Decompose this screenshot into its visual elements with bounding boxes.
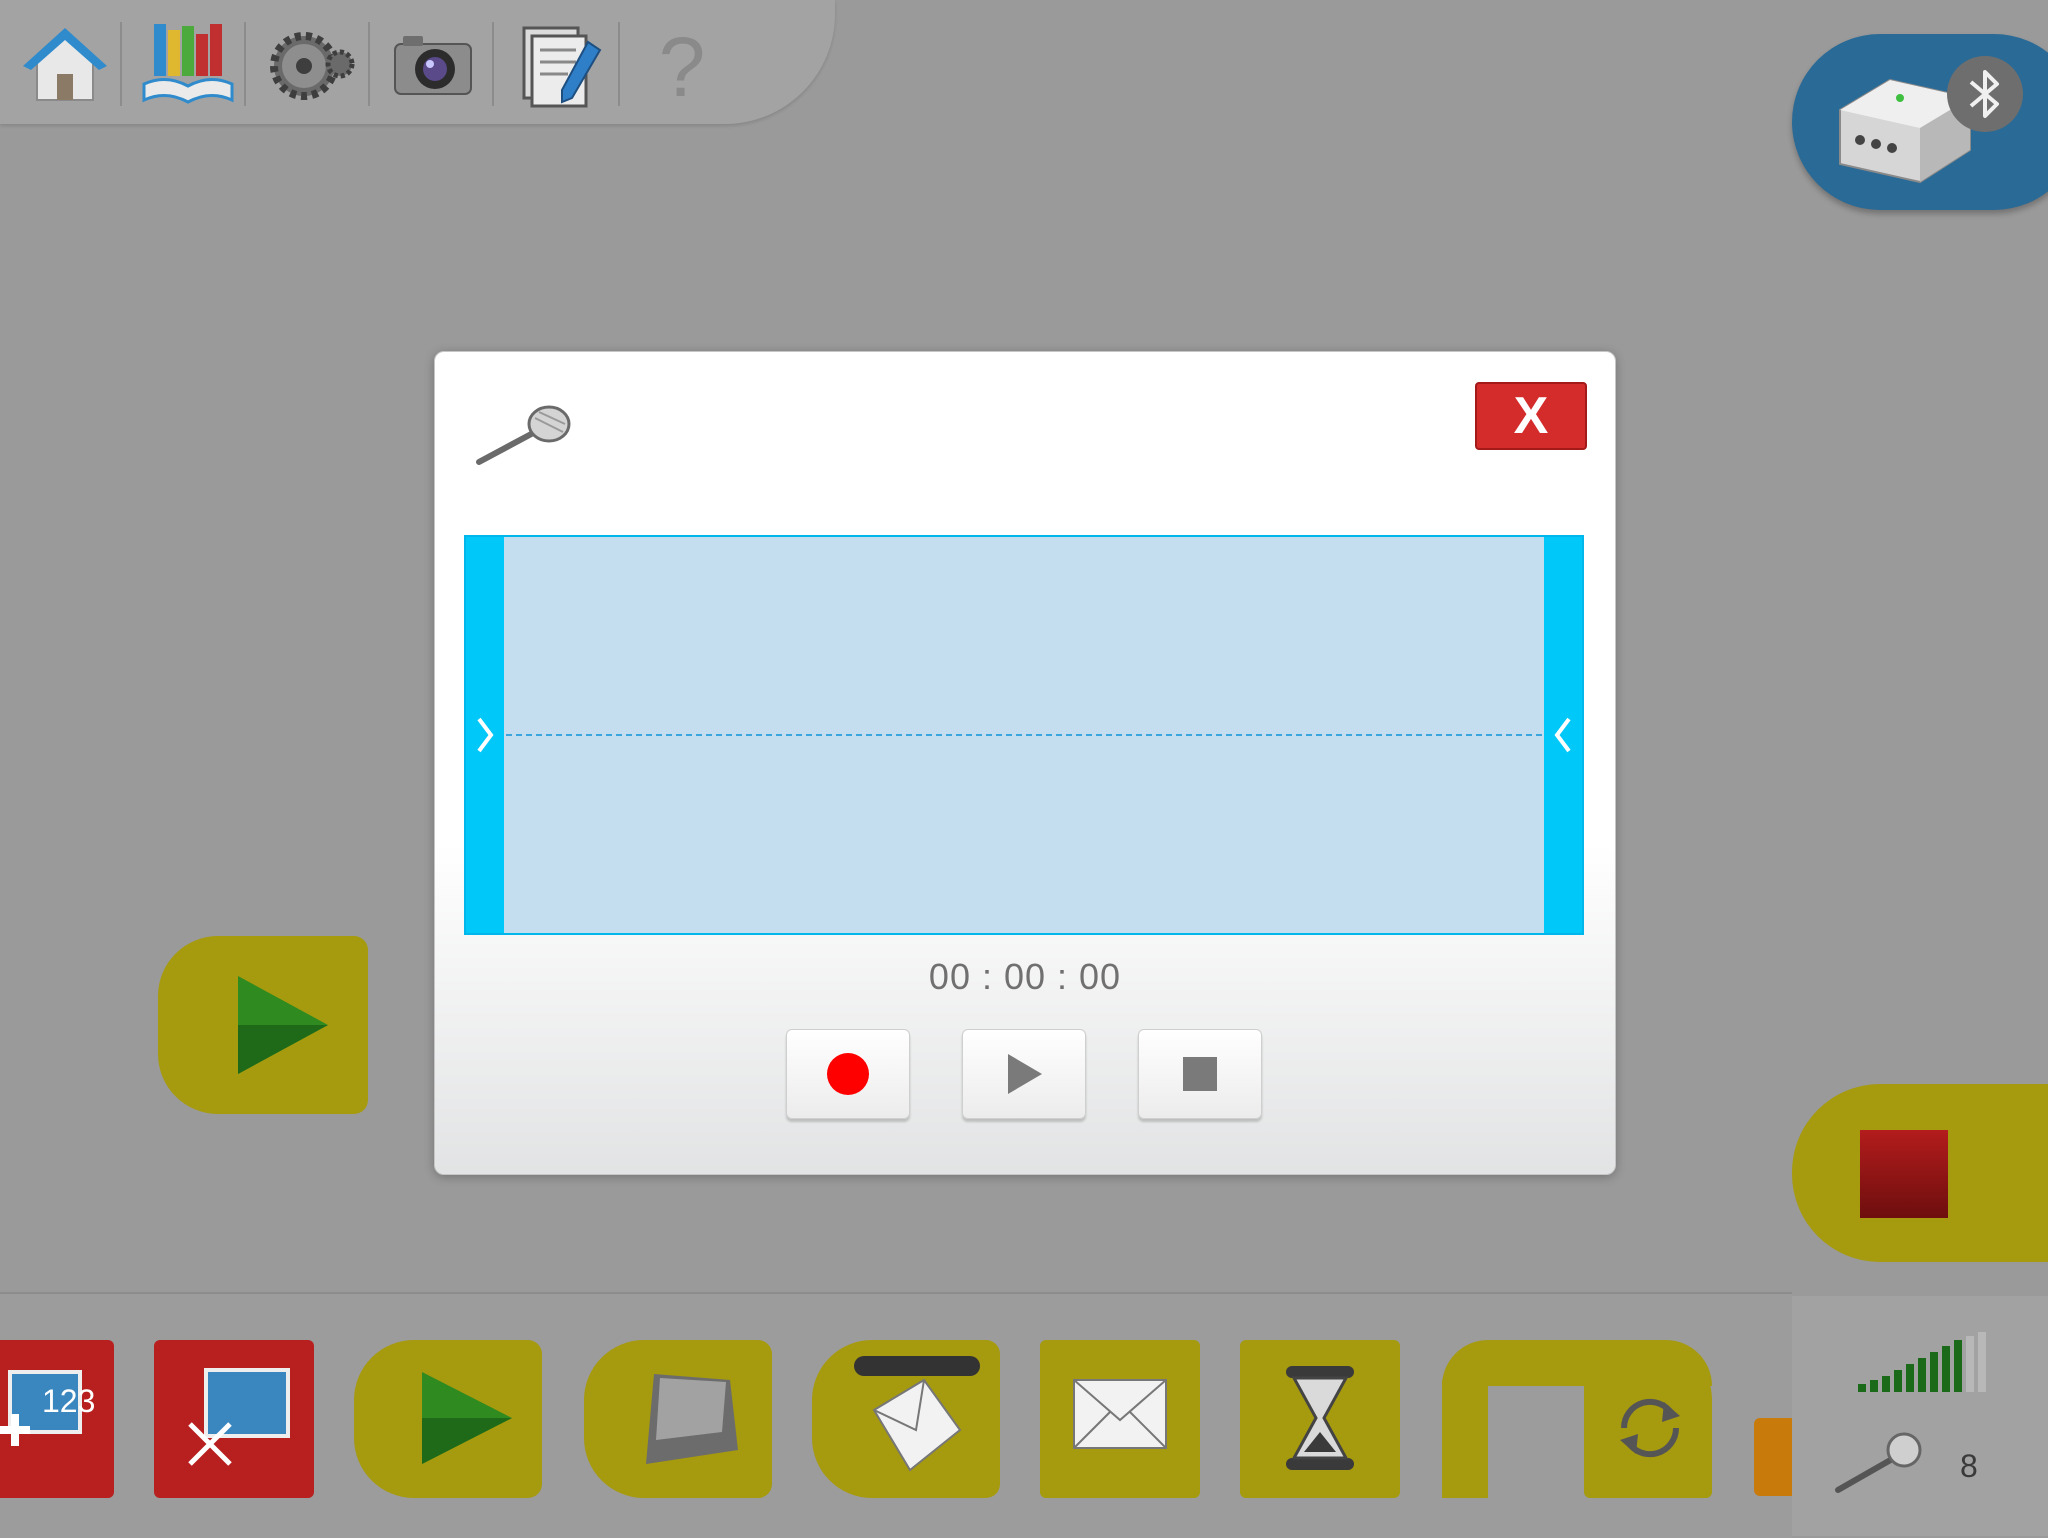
microphone-icon [476,405,571,465]
display-number-icon: 123 [0,1370,95,1446]
display-number-block[interactable]: 123 [0,1340,114,1498]
canvas-start-block[interactable] [158,936,368,1114]
camera-icon[interactable] [383,14,483,114]
top-toolbar: ? [0,0,835,124]
stop-square-icon [1860,1130,1948,1218]
key-icon [646,1374,738,1464]
document-icon[interactable] [510,14,610,114]
start-block[interactable] [354,1340,542,1498]
record-icon [827,1053,869,1095]
help-icon[interactable]: ? [632,14,732,114]
record-button[interactable] [786,1029,910,1119]
wait-block[interactable] [1240,1340,1400,1498]
send-message-block[interactable] [1040,1340,1200,1498]
envelope-icon [1073,1379,1167,1449]
waveform-area[interactable] [464,535,1584,935]
home-icon[interactable] [15,14,115,114]
block-palette: 123 [0,1292,1792,1538]
chevron-right-icon [477,717,494,753]
close-button[interactable]: X [1475,382,1587,450]
sound-recorder-dialog: X 00 : 00 : 00 [434,351,1616,1175]
play-button[interactable] [962,1029,1086,1119]
hub-connection-button[interactable] [1792,34,2048,210]
sensor-value: 8 [1960,1448,1978,1484]
recording-timer: 00 : 00 : 00 [928,956,1122,997]
envelope-in-icon [872,1378,962,1472]
stop-icon [1183,1057,1217,1091]
close-label: X [1513,387,1549,445]
play-triangle-icon [422,1372,512,1464]
svg-text:123: 123 [42,1383,95,1419]
chevron-left-icon [1554,717,1571,753]
microphone-icon [1835,1432,1922,1493]
library-icon[interactable] [138,14,238,114]
key-press-block[interactable] [584,1340,772,1498]
settings-icon[interactable] [260,14,360,114]
sensor-status-panel: 8 [1792,1296,2048,1536]
play-triangle-icon [238,976,328,1074]
trim-end-handle[interactable] [1544,537,1582,933]
trim-start-handle[interactable] [466,537,504,933]
hourglass-icon [1286,1366,1354,1470]
waveform-baseline [506,734,1542,736]
bluetooth-icon [1947,56,2023,132]
stop-button[interactable] [1138,1029,1262,1119]
display-shrink-icon [188,1368,290,1466]
play-icon [1008,1054,1042,1094]
canvas-stop-block[interactable] [1792,1084,2048,1262]
receive-message-block[interactable] [812,1340,1000,1498]
palette-overflow-block[interactable] [1754,1418,1792,1496]
signal-strength-icon [1858,1332,1986,1392]
repeat-block[interactable] [1442,1340,1712,1498]
repeat-icon [1620,1398,1680,1458]
display-shrink-block[interactable] [154,1340,314,1498]
svg-text:?: ? [659,20,706,114]
